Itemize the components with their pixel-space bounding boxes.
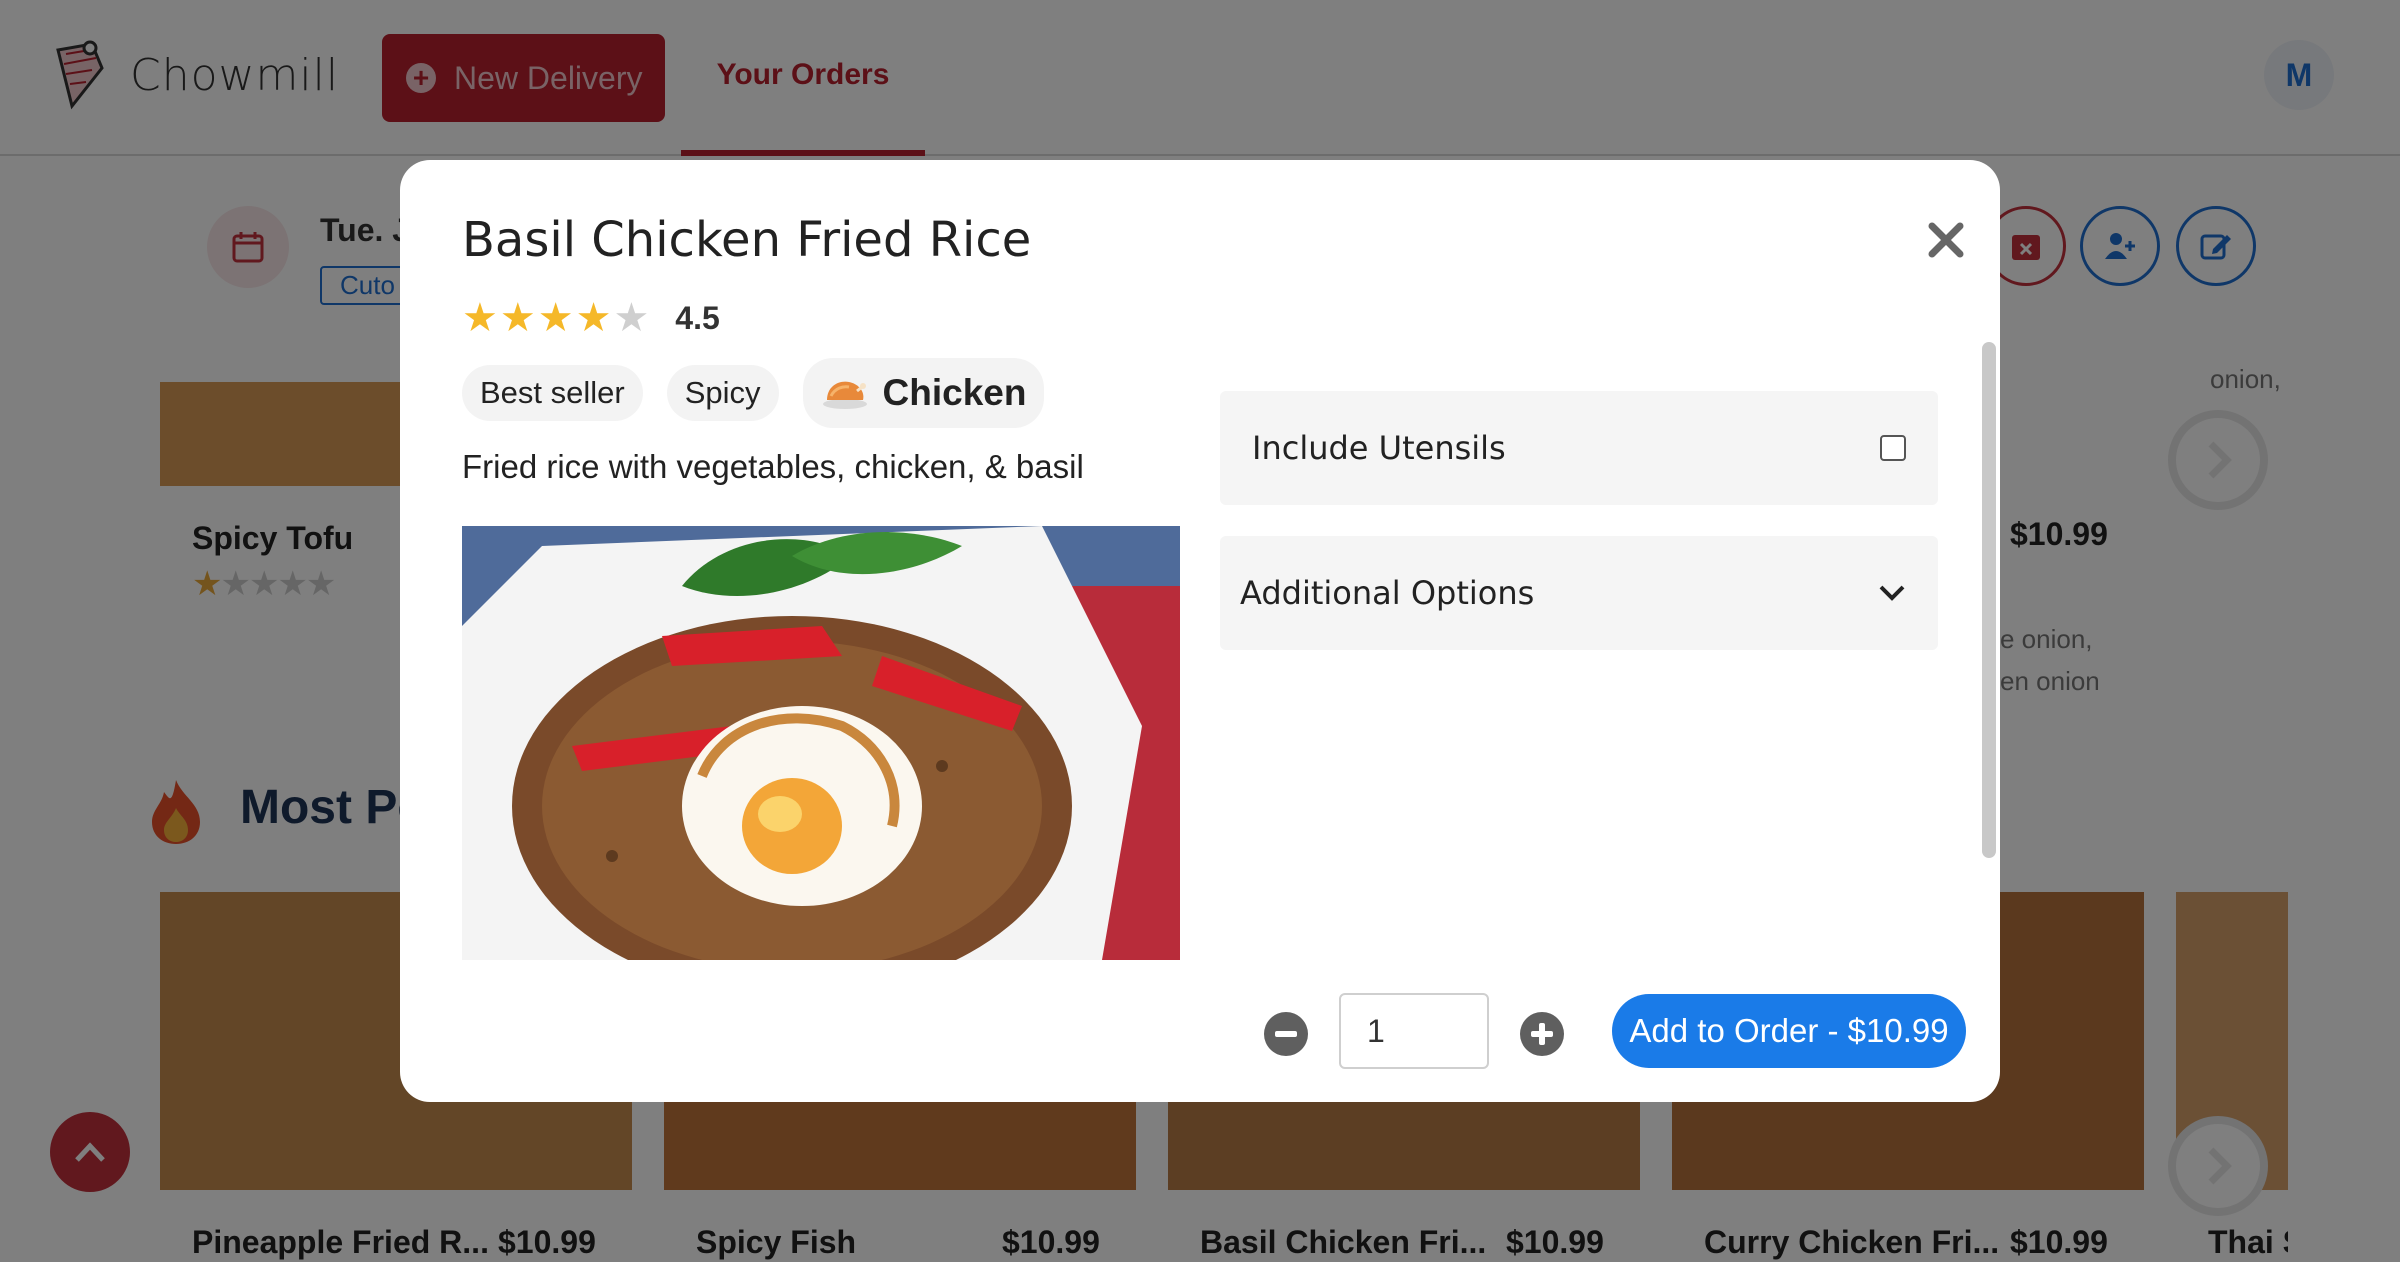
star-icon: ★ bbox=[537, 296, 574, 340]
star-icon: ★ bbox=[575, 296, 612, 340]
include-utensils-option[interactable]: Include Utensils bbox=[1220, 391, 1938, 505]
food-photo bbox=[462, 526, 1180, 960]
plus-icon bbox=[1531, 1023, 1553, 1045]
tag-best-seller: Best seller bbox=[462, 365, 643, 421]
item-detail-modal: Basil Chicken Fried Rice ★ ★ ★ ★ ★ 4.5 B… bbox=[400, 160, 2000, 1102]
include-utensils-label: Include Utensils bbox=[1252, 429, 1506, 467]
item-tags: Best seller Spicy Chicken bbox=[462, 358, 1045, 428]
roast-chicken-icon bbox=[822, 381, 867, 409]
minus-icon bbox=[1275, 1031, 1297, 1037]
close-button[interactable] bbox=[1918, 212, 1974, 268]
include-utensils-checkbox[interactable] bbox=[1880, 435, 1906, 461]
modal-scrollbar[interactable] bbox=[1982, 342, 1996, 858]
tag-spicy: Spicy bbox=[666, 365, 779, 421]
item-title: Basil Chicken Fried Rice bbox=[462, 212, 1032, 268]
quantity-input[interactable] bbox=[1339, 993, 1489, 1069]
item-description: Fried rice with vegetables, chicken, & b… bbox=[462, 448, 1084, 485]
increase-quantity-button[interactable] bbox=[1520, 1012, 1564, 1056]
add-to-order-button[interactable]: Add to Order - $10.99 bbox=[1612, 994, 1966, 1068]
tag-protein: Chicken bbox=[802, 358, 1045, 428]
star-icon: ★ bbox=[462, 296, 498, 340]
item-rating: ★ ★ ★ ★ ★ 4.5 bbox=[462, 298, 720, 338]
chevron-down-icon bbox=[1879, 585, 1905, 601]
star-icon: ★ bbox=[499, 296, 536, 340]
rating-value: 4.5 bbox=[675, 299, 720, 336]
close-icon bbox=[1928, 222, 1964, 258]
additional-options-label: Additional Options bbox=[1240, 574, 1535, 612]
decrease-quantity-button[interactable] bbox=[1264, 1012, 1308, 1056]
protein-label: Chicken bbox=[882, 372, 1027, 413]
star-empty-icon: ★ bbox=[613, 296, 650, 340]
additional-options-dropdown[interactable]: Additional Options bbox=[1220, 536, 1938, 650]
